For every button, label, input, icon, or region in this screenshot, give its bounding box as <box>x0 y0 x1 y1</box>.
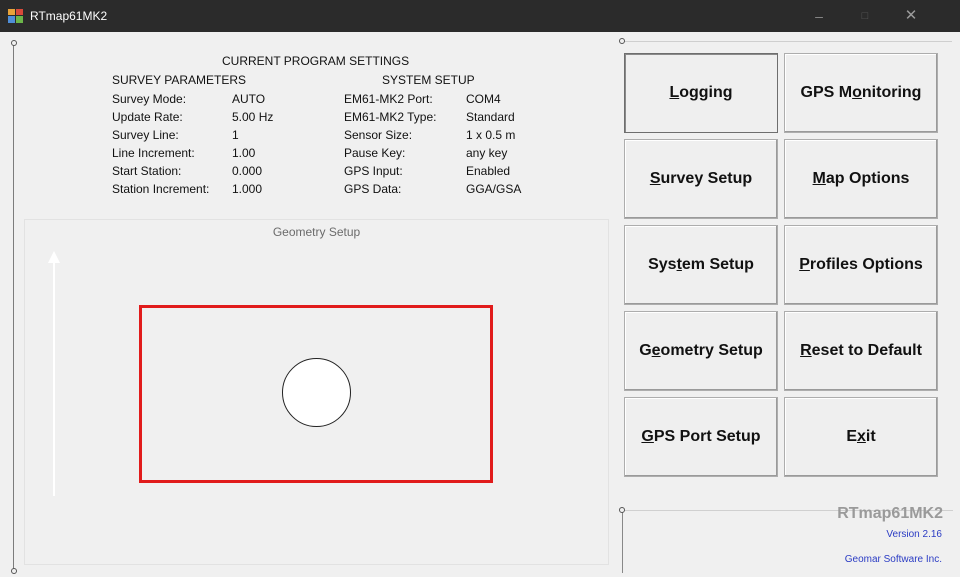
station-increment-value: 1.000 <box>232 182 263 196</box>
survey-mode-label: Survey Mode: <box>112 92 187 106</box>
map-options-label-rest: ap Options <box>825 170 910 187</box>
profiles-options-label-rest: rofiles Options <box>809 256 923 273</box>
pause-key-label: Pause Key: <box>344 146 406 160</box>
profiles-options-button[interactable]: Profiles Options <box>784 225 938 305</box>
survey-parameters-heading: SURVEY PARAMETERS <box>112 73 247 87</box>
reset-default-accel: R <box>800 342 812 359</box>
reset-default-label-rest: eset to Default <box>811 342 922 359</box>
system-setup-button[interactable]: Sys t em Setup <box>624 225 778 305</box>
map-options-button[interactable]: Map Options <box>784 139 938 219</box>
frame-handle <box>11 568 17 574</box>
exit-label-rest: it <box>865 428 876 445</box>
survey-mode-value: AUTO <box>232 92 266 106</box>
gps-input-value: Enabled <box>466 164 511 178</box>
geometry-panel-title: Geometry Setup <box>272 225 361 239</box>
station-increment-label: Station Increment: <box>112 182 210 196</box>
gps-port-setup-accel: G <box>641 428 654 445</box>
line-increment-label: Line Increment: <box>112 146 195 160</box>
geometry-setup-label: G <box>639 342 652 359</box>
geometry-setup-button[interactable]: Ge ometry Setup <box>624 311 778 391</box>
gps-input-label: GPS Input: <box>344 164 403 178</box>
start-station-label: Start Station: <box>112 164 182 178</box>
exit-accel: x <box>856 428 866 445</box>
em61-type-label: EM61-MK2 Type: <box>344 110 437 124</box>
exit-button[interactable]: Ex it <box>784 397 938 477</box>
frame-handle <box>619 507 625 513</box>
sensor-size-label: Sensor Size: <box>344 128 413 142</box>
frame-divider <box>13 42 14 570</box>
geometry-setup-label-rest: ometry Setup <box>660 342 763 359</box>
geometry-panel: Geometry Setup <box>24 219 609 565</box>
survey-line-label: Survey Line: <box>112 128 179 142</box>
app-version: Version 2.16 <box>886 529 942 540</box>
gps-port-setup-label-rest: PS Port Setup <box>653 428 761 445</box>
system-setup-heading: SYSTEM SETUP <box>382 73 475 87</box>
survey-area-rectangle <box>139 305 493 483</box>
em61-type-value: Standard <box>466 110 515 124</box>
gps-monitoring-label: GPS M <box>800 84 853 101</box>
survey-setup-label-rest: urvey Setup <box>660 170 753 187</box>
geometry-setup-accel: e <box>651 342 661 359</box>
app-icon <box>8 9 23 23</box>
sensor-circle <box>282 358 351 427</box>
survey-setup-button[interactable]: Survey Setup <box>624 139 778 219</box>
line-increment-value: 1.00 <box>232 146 256 160</box>
maximize-button[interactable]: □ <box>842 0 888 32</box>
minimize-button[interactable]: – <box>796 0 842 32</box>
exit-label: E <box>846 428 857 445</box>
direction-arrow-shaft <box>53 262 55 496</box>
gps-monitoring-button[interactable]: GPS Mo nitoring <box>784 53 938 133</box>
survey-setup-accel: S <box>649 170 661 187</box>
button-frame-top <box>622 41 952 42</box>
gps-data-value: GGA/GSA <box>466 182 522 196</box>
em61-port-value: COM4 <box>466 92 501 106</box>
update-rate-label: Update Rate: <box>112 110 183 124</box>
window-title: RTmap61MK2 <box>30 9 108 23</box>
pause-key-value: any key <box>466 146 508 160</box>
settings-heading: CURRENT PROGRAM SETTINGS <box>222 54 410 68</box>
gps-port-setup-button[interactable]: G PS Port Setup <box>624 397 778 477</box>
gps-monitoring-label-rest: nitoring <box>861 84 922 101</box>
profiles-options-accel: P <box>799 256 810 273</box>
frame-handle <box>619 38 625 44</box>
map-options-accel: M <box>812 170 826 187</box>
reset-to-default-button[interactable]: Reset to Default <box>784 311 938 391</box>
system-setup-label: Sys <box>648 256 677 273</box>
title-bar: RTmap61MK2 – □ ✕ <box>0 0 960 32</box>
logging-button[interactable]: Logging <box>624 53 778 133</box>
system-setup-label-rest: em Setup <box>681 256 754 273</box>
survey-line-value: 1 <box>232 128 239 142</box>
frame-handle <box>11 40 17 46</box>
logging-accel: L <box>669 84 680 101</box>
company-name: Geomar Software Inc. <box>844 554 942 565</box>
app-name: RTmap61MK2 <box>837 505 943 522</box>
sensor-size-value: 1 x 0.5 m <box>466 128 516 142</box>
logging-label-rest: ogging <box>679 84 733 101</box>
update-rate-value: 5.00 Hz <box>232 110 274 124</box>
start-station-value: 0.000 <box>232 164 263 178</box>
em61-port-label: EM61-MK2 Port: <box>344 92 433 106</box>
close-button[interactable]: ✕ <box>888 0 934 32</box>
gps-data-label: GPS Data: <box>344 182 402 196</box>
gps-monitoring-accel: o <box>852 84 862 101</box>
